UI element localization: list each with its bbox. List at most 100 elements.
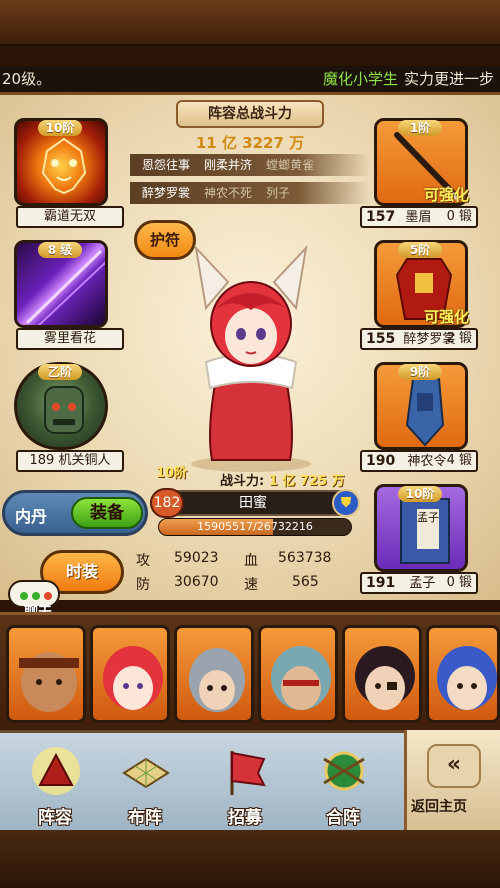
fate-item: 醉梦罗裳 [142,186,191,200]
equip-button[interactable]: 装备 [71,497,143,529]
hero-card[interactable] [258,625,338,723]
skill-name-label: 雾里看花 [16,328,124,350]
nav-merge-label: 合阵 [326,808,360,828]
defense-value: 30670 [174,574,219,590]
fate-item: 刚柔并济 [204,158,253,172]
chat-dot [20,592,28,600]
return-home-button[interactable]: « 返回主页 [404,730,500,830]
stat-row-2: 防 30670 速 565 [126,574,356,596]
equip-name: 墨眉 [405,210,432,225]
hero-stats: 攻 59023 血 563738 防 30670 速 565 [126,548,356,596]
top-wood-bar [0,0,500,46]
hero-portrait[interactable] [166,238,336,474]
defense-label: 防 [136,577,150,593]
return-home-label: 返回主页 [411,799,467,815]
ticker-right-text: 实力更进一步 [403,70,494,88]
fate-item: 列子 [266,186,291,200]
equip-power: 191 [366,575,396,591]
pet-rank-badge: 乙阶 [38,364,82,380]
equip-power: 155 [366,331,396,347]
skill-name-label: 霸道无双 [16,206,124,228]
lineup-title: 阵容总战斗力 [176,100,324,128]
hero-face-icon [271,646,331,710]
ticker-highlight-name: 魔化小学生 [322,70,398,88]
nav-recruit-label: 招募 [228,808,262,828]
speed-label: 速 [244,577,258,593]
skill-level-badge: 8 级 [38,242,82,258]
equip-forge-level: 2 锻 [446,331,472,346]
nav-merge[interactable]: 合阵 [298,741,388,831]
equip-rank-badge: 10阶 [398,486,442,502]
hero-card[interactable] [6,625,86,723]
inner-core-label: 内丹 [15,507,48,526]
hero-rank-badge: 10阶 [156,466,188,481]
flag-icon [230,751,266,795]
back-chevron-icon: « [427,744,481,788]
upgradeable-tag: 可强化 [424,186,470,204]
equip-label: 191 孟子 0 锻 [360,572,478,594]
equip-power: 190 [366,453,396,469]
hero-power-value: 1 亿 725 万 [268,474,345,489]
fate-item: 神农不死 [204,186,253,200]
hero-power: 战斗力: 1 亿 725 万 [220,470,345,489]
nav-recruit[interactable]: 招募 [200,741,290,831]
equip-label: 155 醉梦罗裳 2 锻 [360,328,478,350]
equip-power: 157 [366,209,396,225]
bottom-wood-bar [0,830,500,888]
fate-row-1[interactable]: 恩怨往事 刚柔并济 螳螂黄雀 [130,154,370,176]
chat-dot [44,592,52,600]
equip-rank-badge: 9阶 [398,364,442,380]
speed-value: 565 [292,574,319,590]
equip-forge-level: 4 锻 [446,453,472,468]
formation-icon [32,747,80,795]
hero-face-icon [189,648,245,712]
nav-lineup[interactable]: 阵容 [10,741,100,831]
hero-face-icon [355,646,415,710]
hero-face-icon [103,646,163,710]
ticker-right: 魔化小学生 实力更进一步 [323,66,494,92]
hero-card[interactable] [90,625,170,723]
merge-icon [323,751,365,791]
hp-label: 血 [244,553,258,569]
announcement-ticker: 20级。 魔化小学生 实力更进一步 [0,66,500,92]
hero-card[interactable] [174,625,254,723]
nav-formation[interactable]: 布阵 [100,741,190,831]
pet-name-label: 189 机关铜人 [16,450,124,472]
hero-card[interactable] [342,625,422,723]
skill-rank-badge: 10阶 [38,120,82,136]
equip-rank-badge: 1阶 [398,120,442,136]
exp-bar: 15905517/26732216 [158,518,352,536]
equip-forge-level: 0 锻 [446,575,472,590]
ticker-left-text: 20级。 [2,70,52,88]
hero-lineup-strip [0,612,500,730]
nav-lineup-label: 阵容 [38,808,72,828]
nav-formation-label: 布阵 [128,808,162,828]
equip-name: 孟子 [409,576,436,591]
equip-label: 190 神农令 4 锻 [360,450,478,472]
attack-value: 59023 [174,550,219,566]
equip-rank-badge: 5阶 [398,242,442,258]
board-icon [122,757,170,789]
hero-level: 182 [150,488,184,518]
equip-forge-level: 0 锻 [446,209,472,224]
stat-row-1: 攻 59023 血 563738 [126,550,356,572]
hero-name: 田蜜 [239,495,267,511]
inner-core-panel[interactable]: 内丹 装备 [2,490,148,536]
fate-row-2[interactable]: 醉梦罗裳 神农不死 列子 [130,182,370,204]
hero-card[interactable] [426,625,500,723]
hero-power-label: 战斗力: [220,474,265,489]
hero-face-icon [437,646,497,710]
hp-value: 563738 [278,550,332,566]
book-title: 孟子 [417,511,439,524]
hero-face-icon [19,652,79,712]
equip-name: 神农令 [407,454,447,469]
chat-dot [32,592,40,600]
equip-label: 157 墨眉 0 锻 [360,206,478,228]
attack-label: 攻 [136,553,150,569]
total-power: 11 亿 3227 万 [195,134,305,152]
fate-item: 螳螂黄雀 [266,158,315,172]
fate-item: 恩怨往事 [142,158,191,172]
exp-text: 15905517/26732216 [197,520,313,533]
shield-icon[interactable]: ⛊ [332,489,360,517]
upgradeable-tag: 可强化 [424,308,470,326]
